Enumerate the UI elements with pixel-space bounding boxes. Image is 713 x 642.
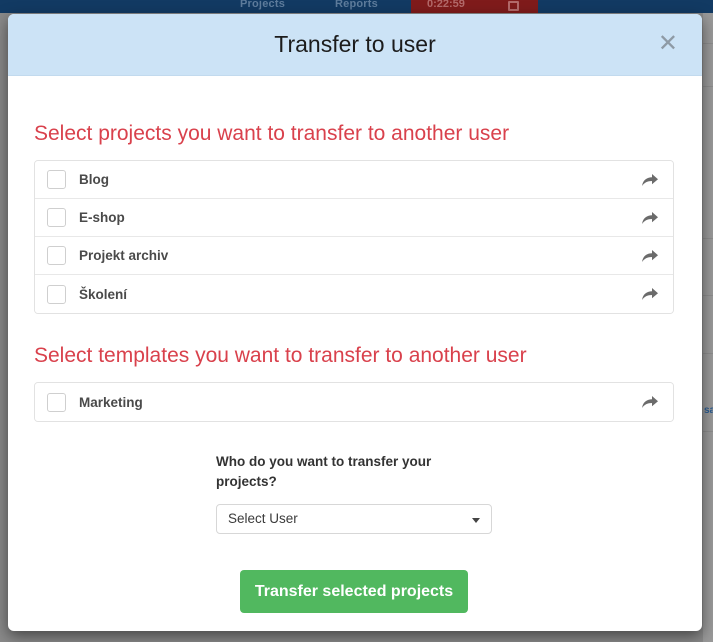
top-navbar: Projects Reports 0:22:59 (0, 0, 713, 13)
background-divider (703, 86, 713, 87)
background-content-strip: sa (703, 13, 713, 642)
templates-section-heading: Select templates you want to transfer to… (34, 344, 527, 367)
list-item-label: Školení (79, 286, 128, 302)
timer-value: 0:22:59 (427, 0, 465, 10)
list-item[interactable]: Školení (35, 275, 673, 313)
project-checkbox[interactable] (47, 170, 66, 189)
stop-square-icon[interactable] (508, 1, 519, 11)
list-item-label: E-shop (79, 210, 125, 225)
background-divider (703, 238, 713, 239)
transfer-to-user-modal: Transfer to user ✕ Select projects you w… (8, 14, 702, 631)
share-arrow-icon[interactable] (641, 394, 659, 410)
nav-link-projects[interactable]: Projects (240, 0, 285, 10)
share-arrow-icon[interactable] (641, 210, 659, 226)
user-select-label: Who do you want to transfer your project… (216, 454, 432, 489)
background-divider (703, 431, 713, 432)
background-divider (703, 43, 713, 44)
projects-section-heading: Select projects you want to transfer to … (34, 122, 510, 145)
share-arrow-icon[interactable] (641, 286, 659, 302)
project-checkbox[interactable] (47, 284, 66, 304)
list-item[interactable]: Blog (35, 161, 673, 199)
list-item-label: Blog (79, 172, 109, 187)
nav-link-reports[interactable]: Reports (335, 0, 378, 10)
modal-body: Select projects you want to transfer to … (8, 76, 702, 613)
share-arrow-icon[interactable] (641, 248, 659, 264)
templates-list: Marketing (34, 382, 674, 422)
list-item-label: Projekt archiv (79, 248, 169, 263)
modal-title: Transfer to user (274, 31, 436, 57)
chevron-down-icon (472, 518, 480, 523)
projects-list: Blog E-shop Projekt archiv Školení (34, 160, 674, 314)
background-text-snippet: sa (704, 405, 713, 416)
list-item-label: Marketing (79, 394, 143, 410)
list-item[interactable]: E-shop (35, 199, 673, 237)
share-arrow-icon[interactable] (641, 172, 659, 188)
background-divider (703, 295, 713, 296)
template-checkbox[interactable] (47, 392, 66, 412)
background-divider (703, 353, 713, 354)
running-timer[interactable]: 0:22:59 (411, 0, 538, 13)
close-icon[interactable]: ✕ (654, 32, 682, 56)
user-select[interactable]: Select User (216, 504, 492, 534)
list-item[interactable]: Projekt archiv (35, 237, 673, 275)
modal-header: Transfer to user ✕ (8, 14, 702, 76)
list-item[interactable]: Marketing (35, 383, 673, 421)
transfer-form: Who do you want to transfer your project… (216, 452, 492, 613)
project-checkbox[interactable] (47, 208, 66, 227)
project-checkbox[interactable] (47, 246, 66, 265)
user-select-value: Select User (228, 511, 298, 526)
transfer-selected-projects-button[interactable]: Transfer selected projects (240, 570, 468, 613)
